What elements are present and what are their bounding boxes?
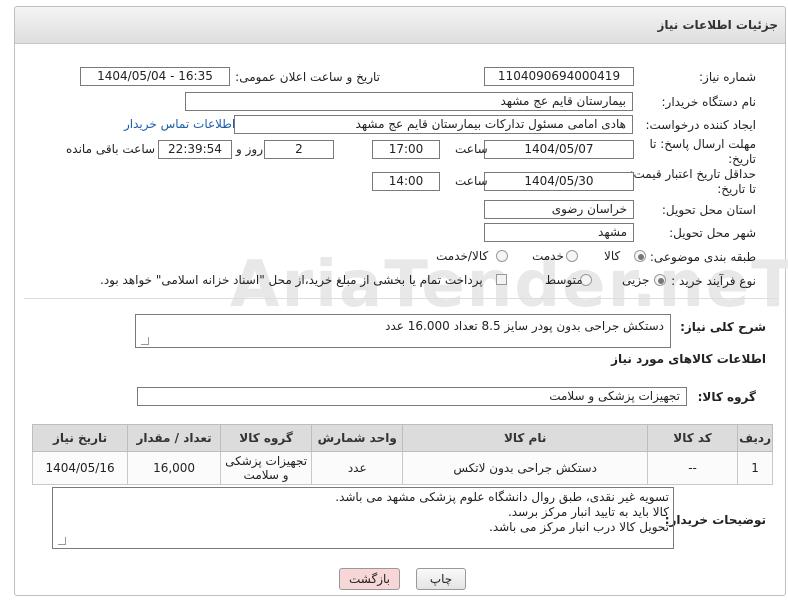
reply-deadline-time-field[interactable]: 17:00	[372, 140, 440, 159]
price-validity-date-field[interactable]: 1404/05/30	[484, 172, 634, 191]
delivery-province-field[interactable]: خراسان رضوی	[484, 200, 634, 219]
notes-resize-handle-icon[interactable]	[58, 537, 66, 545]
category-option-goods-service: کالا/خدمت	[436, 249, 489, 263]
buyer-org-field[interactable]: بیمارستان قایم عج مشهد	[185, 92, 633, 111]
reply-deadline-date-field[interactable]: 1404/05/07	[484, 140, 634, 159]
delivery-city-label: شهر محل تحویل:	[669, 226, 756, 240]
announce-datetime-field[interactable]: 1404/05/04 - 16:35	[80, 67, 230, 86]
cell-item-group: تجهیزات پزشکی و سلامت	[220, 451, 313, 485]
purchase-radio-minor[interactable]	[654, 274, 666, 286]
delivery-province-label: استان محل تحویل:	[661, 203, 756, 217]
requester-label: ایجاد کننده درخواست:	[645, 118, 756, 132]
announce-datetime-label: تاریخ و ساعت اعلان عمومی:	[235, 70, 380, 84]
need-number-label: شماره نیاز:	[699, 70, 756, 84]
description-text: دستکش جراحی بدون پودر سایز 8.5 تعداد 16.…	[385, 319, 664, 333]
category-radio-goods-service[interactable]	[496, 250, 508, 262]
print-button[interactable]: چاپ	[416, 568, 466, 590]
buyer-notes-line-1: تسویه غیر نقدی، طبق روال دانشگاه علوم پز…	[335, 490, 669, 504]
col-need-date: تاریخ نیاز	[31, 424, 129, 452]
time-remaining-label: ساعت باقی مانده	[66, 142, 156, 156]
col-quantity: تعداد / مقدار	[127, 424, 222, 452]
buyer-notes-line-3: تحویل کالا درب انبار مرکز می باشد.	[489, 520, 669, 534]
goods-group-label: گروه کالا:	[697, 390, 756, 404]
col-row-number: ردیف	[737, 424, 773, 452]
buyer-notes-label: توضیحات خریدار:	[664, 513, 766, 527]
delivery-city-field[interactable]: مشهد	[484, 223, 634, 242]
buyer-notes-textarea[interactable]: تسویه غیر نقدی، طبق روال دانشگاه علوم پز…	[52, 487, 674, 549]
cell-row-number: 1	[737, 451, 773, 485]
need-number-field[interactable]: 1104090694000419	[484, 67, 634, 86]
treasury-payment-note: پرداخت تمام یا بخشی از مبلغ خرید،از محل …	[100, 273, 483, 287]
purchase-option-minor: جزیی	[622, 273, 650, 287]
requester-field[interactable]: هادی امامی مسئول تدارکات بیمارستان قایم …	[234, 115, 633, 134]
purchase-option-medium: متوسط	[545, 273, 583, 287]
goods-section-title: اطلاعات کالاهای مورد نیاز	[611, 352, 766, 366]
items-table-header-row: ردیف کد کالا نام کالا واحد شمارش گروه کا…	[31, 424, 773, 452]
col-item-name: نام کالا	[402, 424, 648, 452]
description-label: شرح کلی نیاز:	[680, 320, 766, 334]
items-table: ردیف کد کالا نام کالا واحد شمارش گروه کا…	[31, 424, 773, 485]
buyer-notes-line-2: کالا باید به تایید انبار مرکز برسد.	[507, 505, 669, 519]
price-validity-time-field[interactable]: 14:00	[372, 172, 440, 191]
time-remaining-field[interactable]: 22:39:54	[158, 140, 232, 159]
category-label: طبقه بندی موضوعی:	[649, 250, 756, 264]
buyer-org-label: نام دستگاه خریدار:	[661, 95, 757, 109]
reply-deadline-label-2: تاریخ:	[728, 152, 756, 166]
back-button[interactable]: بازگشت	[339, 568, 400, 590]
page-title: جزئیات اطلاعات نیاز	[657, 18, 778, 32]
price-validity-label-2: تا تاریخ:	[717, 182, 756, 196]
resize-handle-icon[interactable]	[141, 337, 149, 345]
days-remaining-field[interactable]: 2	[264, 140, 334, 159]
cell-item-code: --	[646, 451, 739, 485]
cell-need-date: 1404/05/16	[31, 451, 129, 485]
cell-item-name: دستکش جراحی بدون لاتکس	[402, 451, 648, 485]
purchase-type-label: نوع فرآیند خرید :	[671, 274, 756, 288]
table-row: 1 -- دستکش جراحی بدون لاتکس عدد تجهیزات …	[31, 451, 773, 485]
description-textarea[interactable]: دستکش جراحی بدون پودر سایز 8.5 تعداد 16.…	[135, 314, 671, 348]
price-time-label: ساعت	[455, 174, 488, 188]
cell-unit: عدد	[311, 451, 404, 485]
goods-group-field[interactable]: تجهیزات پزشکی و سلامت	[137, 387, 687, 406]
reply-deadline-label-1: مهلت ارسال پاسخ: تا	[649, 137, 756, 151]
reply-time-label: ساعت	[455, 142, 488, 156]
col-item-code: کد کالا	[646, 424, 739, 452]
buyer-contact-link[interactable]: اطلاعات تماس خریدار	[124, 117, 235, 131]
cell-quantity: 16,000	[127, 451, 222, 485]
section-divider	[24, 298, 778, 299]
category-radio-goods[interactable]	[634, 250, 646, 262]
price-validity-label-1: حداقل تاریخ اعتبار قیمت:	[629, 167, 756, 181]
category-option-goods: کالا	[604, 249, 621, 263]
col-item-group: گروه کالا	[220, 424, 313, 452]
days-label: روز و	[236, 142, 263, 156]
treasury-payment-checkbox[interactable]	[496, 274, 507, 285]
category-radio-service[interactable]	[566, 250, 578, 262]
category-option-service: خدمت	[532, 249, 564, 263]
col-unit: واحد شمارش	[311, 424, 404, 452]
